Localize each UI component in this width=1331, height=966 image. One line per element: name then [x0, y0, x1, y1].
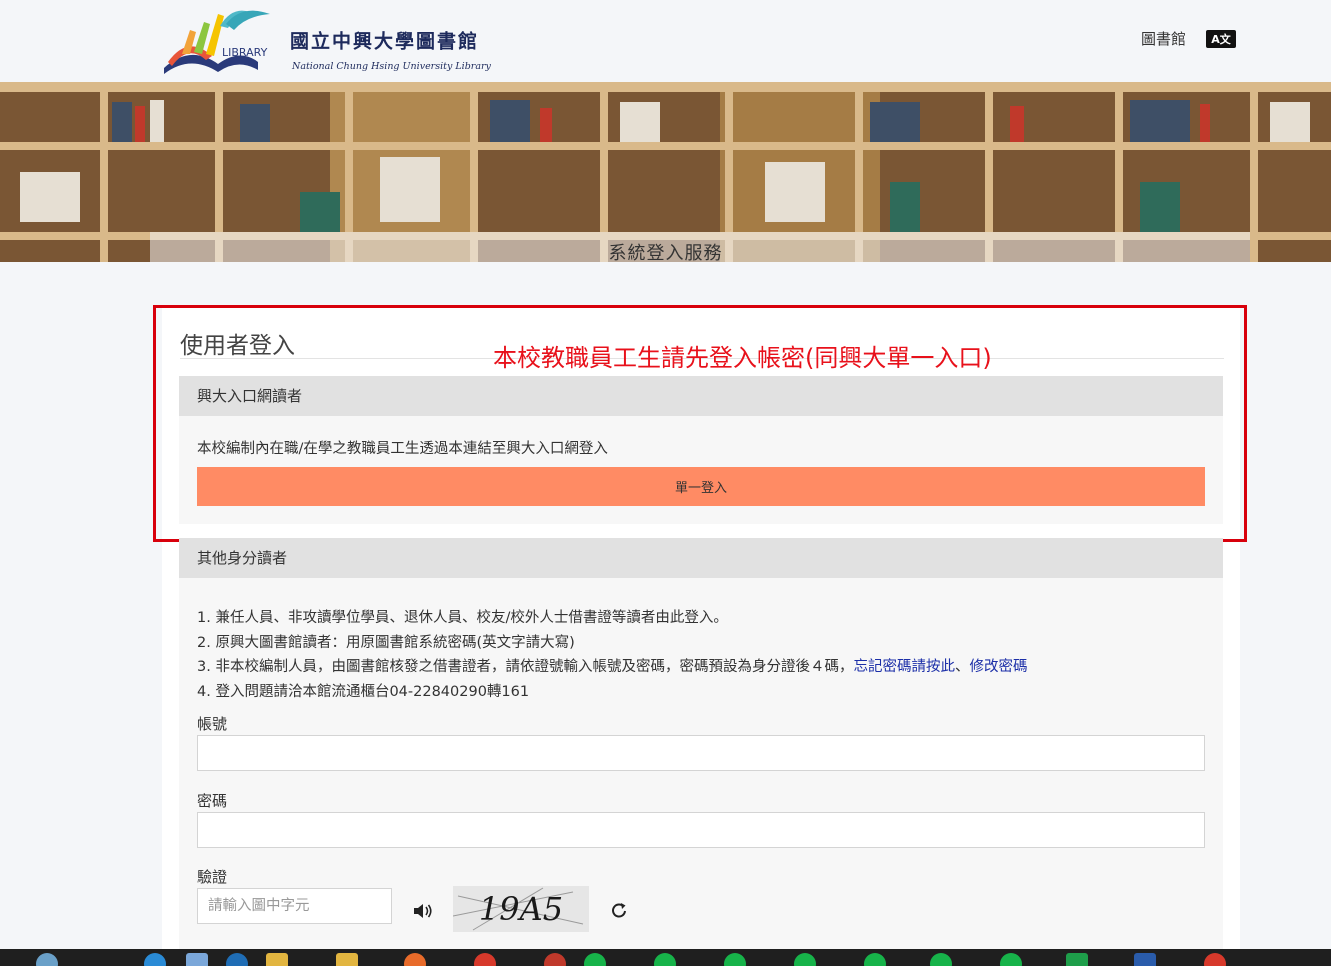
note-item: 1. 兼任人員、非攻讀學位學員、退休人員、校友/校外人士借書證等讀者由此登入。 — [197, 610, 728, 626]
line-icon[interactable] — [864, 953, 886, 966]
forgot-password-link[interactable]: 忘記密碼請按此 — [853, 659, 955, 675]
annotation-note: 本校教職員工生請先登入帳密(同興大單一入口) — [493, 344, 992, 372]
note-item: 3. 非本校編制人員，由圖書館核發之借書證者，請依證號輸入帳號及密碼，密碼預設為… — [197, 655, 1027, 680]
captcha-image: 19A5 — [453, 886, 589, 932]
start-icon[interactable] — [36, 953, 58, 966]
library-logo[interactable]: LIBRARY 國立中興大學圖書館 National Chung Hsing U… — [160, 4, 500, 76]
word-icon[interactable] — [1134, 953, 1156, 966]
app-icon[interactable] — [404, 953, 426, 966]
change-password-link[interactable]: 修改密碼 — [969, 659, 1027, 675]
captcha-text: 19A5 — [479, 890, 563, 928]
line-icon[interactable] — [1000, 953, 1022, 966]
captcha-input[interactable] — [197, 888, 392, 924]
note-item: 4. 登入問題請洽本館流通櫃台04-22840290轉161 — [197, 683, 530, 700]
refresh-icon[interactable] — [610, 901, 628, 919]
login-notes: 1. 兼任人員、非攻讀學位學員、退休人員、校友/校外人士借書證等讀者由此登入。 … — [197, 606, 1027, 704]
nav-library-link[interactable]: 圖書館 — [1141, 28, 1186, 49]
logo-subtitle: National Chung Hsing University Library — [292, 61, 491, 72]
chrome-icon[interactable] — [1204, 953, 1226, 966]
banner-title: 系統登入服務 — [608, 243, 723, 262]
line-icon[interactable] — [724, 953, 746, 966]
top-header: LIBRARY 國立中興大學圖書館 National Chung Hsing U… — [0, 0, 1331, 82]
os-taskbar — [0, 949, 1331, 966]
password-input[interactable] — [197, 812, 1205, 848]
edge-icon[interactable] — [144, 953, 166, 966]
svg-text:LIBRARY: LIBRARY — [222, 46, 268, 59]
app-icon[interactable] — [544, 953, 566, 966]
outlook-icon[interactable] — [226, 953, 248, 966]
speaker-icon[interactable] — [412, 902, 434, 920]
app-icon[interactable] — [1066, 953, 1088, 966]
library-logo-mark: LIBRARY — [164, 10, 270, 74]
line-icon[interactable] — [654, 953, 676, 966]
link-separator: 、 — [954, 659, 970, 675]
line-icon[interactable] — [930, 953, 952, 966]
hero-banner: 系統登入服務 — [0, 82, 1331, 262]
account-label: 帳號 — [197, 715, 228, 733]
note-text: 3. 非本校編制人員，由圖書館核發之借書證者，請依證號輸入帳號及密碼，密碼預設為… — [197, 659, 854, 675]
line-icon[interactable] — [794, 953, 816, 966]
captcha-label: 驗證 — [197, 868, 228, 886]
line-icon[interactable] — [584, 953, 606, 966]
folder-icon[interactable] — [266, 953, 288, 966]
note-item: 2. 原興大圖書館讀者：用原圖書館系統密碼(英文字請大寫) — [197, 634, 575, 651]
app-icon[interactable] — [186, 953, 208, 966]
chrome-icon[interactable] — [474, 953, 496, 966]
account-input[interactable] — [197, 735, 1205, 771]
folder-icon[interactable] — [336, 953, 358, 966]
logo-title: 國立中興大學圖書館 — [290, 30, 480, 53]
translate-icon[interactable]: A文 — [1206, 30, 1236, 48]
other-section-heading: 其他身分讀者 — [179, 538, 1223, 578]
password-label: 密碼 — [197, 792, 228, 810]
